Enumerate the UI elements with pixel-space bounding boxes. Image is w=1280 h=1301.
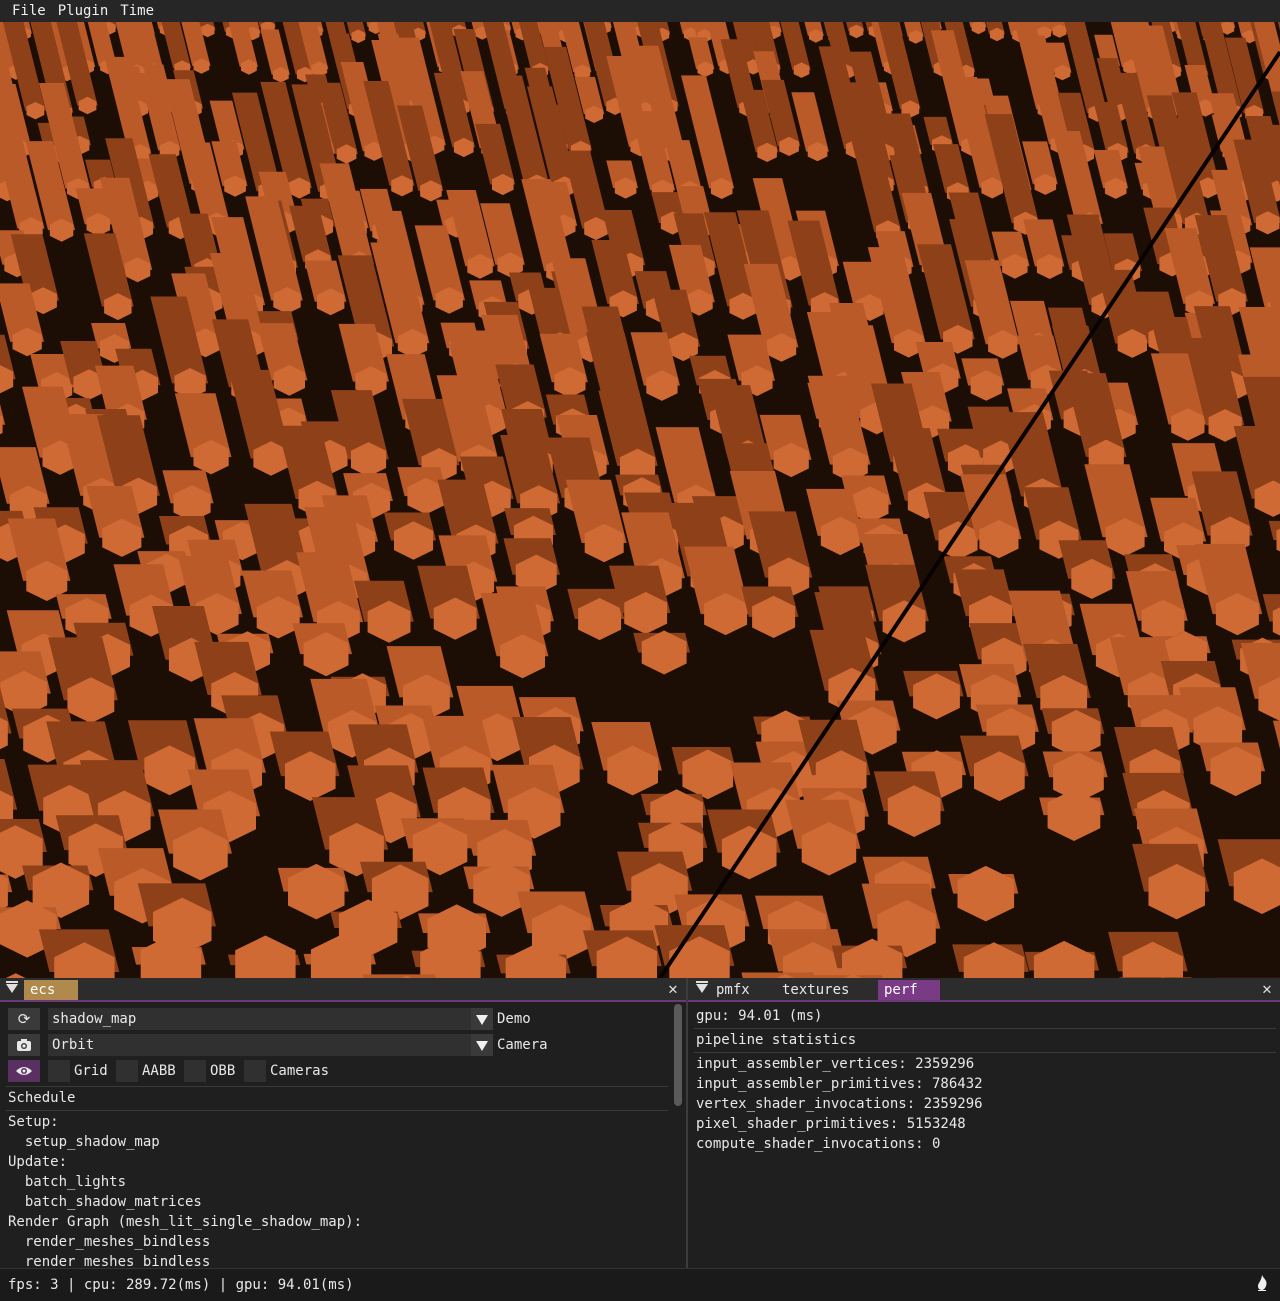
divider bbox=[694, 1028, 1276, 1029]
schedule-line: setup_shadow_map bbox=[8, 1132, 160, 1152]
menu-bar: File Plugin Time bbox=[0, 0, 1280, 23]
refresh-icon[interactable]: ⟳ bbox=[8, 1008, 40, 1030]
perf-tabbar: pmfx textures perf ✕ bbox=[688, 978, 1280, 1002]
schedule-line: batch_shadow_matrices bbox=[8, 1192, 202, 1212]
menu-time[interactable]: Time bbox=[116, 0, 162, 22]
schedule-line: render_meshes_bindless bbox=[8, 1252, 210, 1268]
aabb-checkbox[interactable] bbox=[116, 1060, 138, 1082]
camera-label: Camera bbox=[497, 1034, 548, 1056]
tab-pmfx[interactable]: pmfx bbox=[710, 980, 756, 1000]
schedule-header: Schedule bbox=[8, 1088, 75, 1108]
menu-plugin[interactable]: Plugin bbox=[54, 0, 117, 22]
perf-panel: pmfx textures perf ✕ gpu: 94.01 (ms) pip… bbox=[688, 978, 1280, 1268]
pipeline-stats-header: pipeline statistics bbox=[696, 1030, 856, 1050]
close-icon[interactable]: ✕ bbox=[1260, 980, 1274, 998]
schedule-line: Render Graph (mesh_lit_single_shadow_map… bbox=[8, 1212, 362, 1232]
flame-icon[interactable] bbox=[1256, 1275, 1270, 1295]
schedule-line: batch_lights bbox=[8, 1172, 126, 1192]
status-bar: fps: 3 | cpu: 289.72(ms) | gpu: 94.01(ms… bbox=[0, 1268, 1280, 1301]
scene-render bbox=[0, 22, 1280, 978]
tab-ecs[interactable]: ecs bbox=[24, 980, 78, 1000]
eye-icon[interactable] bbox=[8, 1060, 40, 1082]
ecs-panel: ecs ✕ ⟳ shadow_map Demo Orbit Camera Gri… bbox=[0, 978, 688, 1268]
stat-line: input_assembler_vertices: 2359296 bbox=[696, 1054, 974, 1074]
camera-select[interactable]: Orbit bbox=[48, 1034, 472, 1056]
demo-label: Demo bbox=[497, 1008, 531, 1030]
obb-checkbox[interactable] bbox=[184, 1060, 206, 1082]
menu-file[interactable]: File bbox=[0, 0, 54, 22]
schedule-line: Setup: bbox=[8, 1112, 59, 1132]
divider bbox=[6, 1110, 668, 1111]
stat-line: pixel_shader_primitives: 5153248 bbox=[696, 1114, 966, 1134]
close-icon[interactable]: ✕ bbox=[666, 980, 680, 998]
grid-checkbox[interactable] bbox=[48, 1060, 70, 1082]
cameras-label: Cameras bbox=[270, 1060, 329, 1082]
shadow-map-select[interactable]: shadow_map bbox=[48, 1008, 472, 1030]
ecs-tabbar: ecs ✕ bbox=[0, 978, 686, 1002]
scrollbar-thumb[interactable] bbox=[674, 1004, 682, 1106]
stat-line: vertex_shader_invocations: 2359296 bbox=[696, 1094, 983, 1114]
schedule-line: render_meshes_bindless bbox=[8, 1232, 210, 1252]
tab-textures[interactable]: textures bbox=[776, 980, 855, 1000]
schedule-line: Update: bbox=[8, 1152, 67, 1172]
collapse-icon[interactable] bbox=[696, 984, 708, 993]
scene-viewport[interactable] bbox=[0, 22, 1280, 978]
aabb-label: AABB bbox=[142, 1060, 176, 1082]
status-text: fps: 3 | cpu: 289.72(ms) | gpu: 94.01(ms… bbox=[8, 1275, 354, 1295]
stat-line: compute_shader_invocations: 0 bbox=[696, 1134, 940, 1154]
tab-perf[interactable]: perf bbox=[878, 980, 940, 1000]
camera-icon[interactable] bbox=[8, 1034, 40, 1056]
chevron-down-icon[interactable] bbox=[471, 1034, 493, 1056]
chevron-down-icon[interactable] bbox=[471, 1008, 493, 1030]
divider bbox=[6, 1086, 668, 1087]
divider bbox=[694, 1052, 1276, 1053]
cameras-checkbox[interactable] bbox=[244, 1060, 266, 1082]
stat-line: input_assembler_primitives: 786432 bbox=[696, 1074, 983, 1094]
obb-label: OBB bbox=[210, 1060, 235, 1082]
grid-label: Grid bbox=[74, 1060, 108, 1082]
collapse-icon[interactable] bbox=[6, 984, 18, 993]
gpu-time: gpu: 94.01 (ms) bbox=[696, 1006, 822, 1026]
